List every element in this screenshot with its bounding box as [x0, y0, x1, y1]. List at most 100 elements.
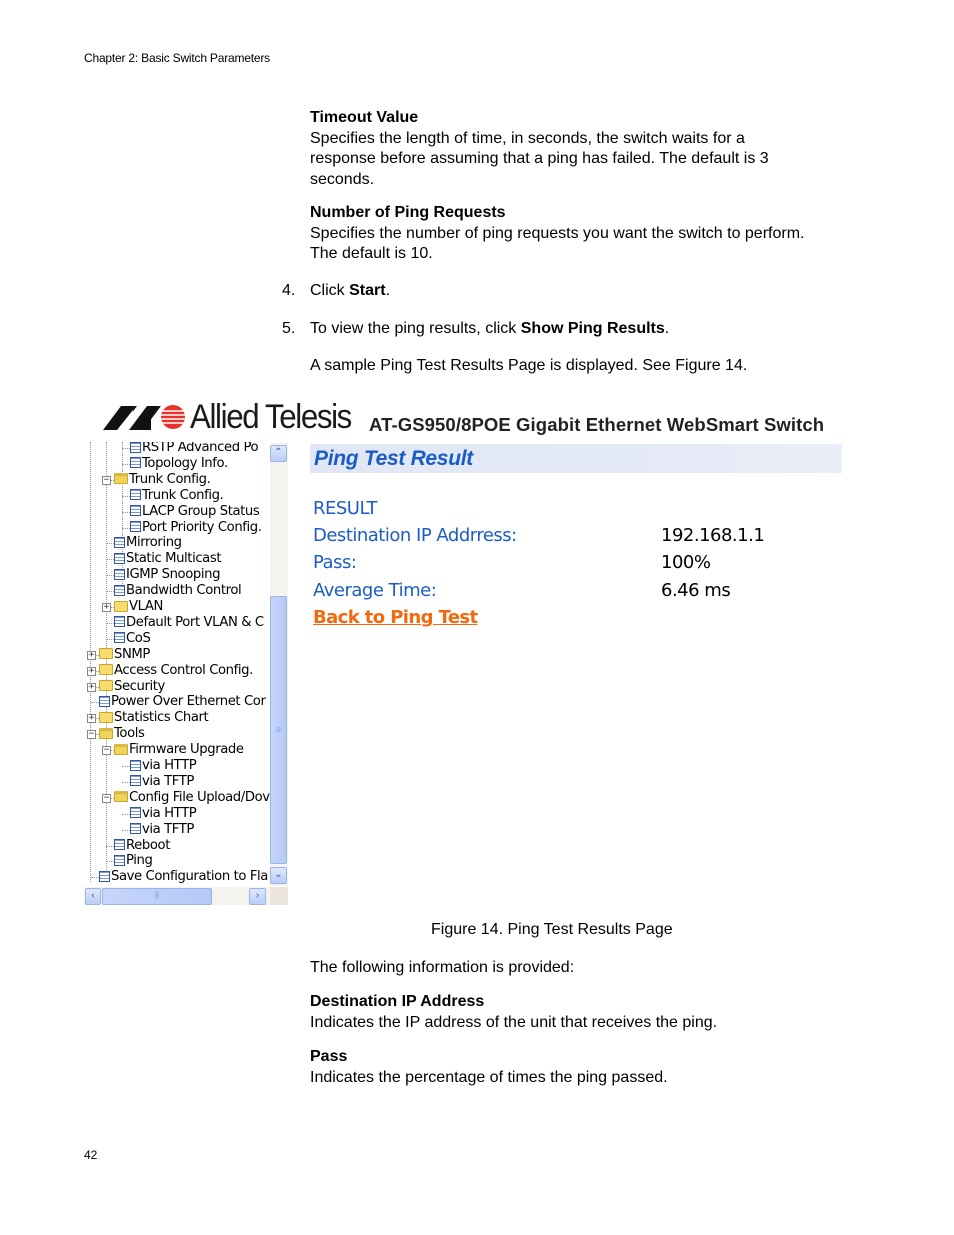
page-icon [130, 823, 141, 835]
pass-label: Pass: [313, 552, 357, 573]
tree-item[interactable]: IGMP Snooping [114, 567, 220, 583]
navigation-tree[interactable]: RSTP Advanced Po Topology Info. − Trunk Con… [84, 442, 288, 906]
expand-icon[interactable]: + [102, 603, 111, 612]
collapse-icon[interactable]: − [87, 730, 96, 740]
page-icon [114, 568, 125, 580]
tree-item[interactable]: Static Multicast [114, 551, 222, 567]
folder-icon [99, 664, 113, 676]
pass-heading: Pass [310, 1048, 348, 1065]
expand-icon[interactable]: + [87, 682, 96, 692]
dest-ip-section: Destination IP Address Indicates the IP … [310, 992, 717, 1033]
product-title: AT-GS950/8POE Gigabit Ethernet WebSmart … [369, 414, 825, 435]
tree-item[interactable]: Bandwidth Control [114, 583, 242, 599]
tree-item[interactable]: CoS [114, 631, 151, 647]
tree-connector [106, 622, 114, 624]
collapse-icon[interactable]: − [102, 475, 111, 485]
pass-value: 100% [661, 552, 711, 573]
collapse-icon[interactable]: − [102, 746, 111, 756]
tree-connector [122, 495, 130, 497]
tree-item[interactable]: Access Control Config. [99, 663, 253, 679]
tree-item[interactable]: via HTTP [130, 758, 197, 774]
page-icon [130, 759, 141, 771]
tree-item-label: Power Over Ethernet Cor [111, 694, 266, 710]
tree-item-label: Tools [114, 726, 145, 742]
vertical-scroll-thumb[interactable]: ≡ [270, 596, 287, 864]
tree-item[interactable]: Statistics Chart [99, 710, 209, 726]
tree-item[interactable]: Security [99, 679, 165, 695]
scroll-right-button[interactable]: › [249, 888, 266, 905]
tree-item[interactable]: SNMP [99, 647, 150, 663]
tree-item-label: IGMP Snooping [126, 567, 221, 583]
tree-item[interactable]: via TFTP [130, 774, 194, 790]
tree-connector [122, 813, 130, 815]
allied-telesis-logo [103, 402, 187, 438]
back-to-ping-test-link[interactable]: Back to Ping Test [313, 607, 478, 628]
tree-item-label: Security [114, 678, 165, 694]
horizontal-scrollbar[interactable]: ‹ ⦀ › [84, 887, 270, 905]
tree-item[interactable]: Trunk Config. [114, 472, 211, 488]
vertical-scrollbar[interactable]: ⌃ ≡ ⌄ [270, 443, 288, 886]
scroll-left-button[interactable]: ‹ [85, 888, 101, 905]
tree-item-label: RSTP Advanced Po [142, 442, 259, 455]
tree-connector [122, 766, 130, 767]
tree-item[interactable]: Mirroring [114, 535, 182, 551]
page-icon [130, 489, 141, 501]
scroll-up-button[interactable]: ⌃ [270, 445, 287, 462]
tree-item[interactable]: LACP Group Status [130, 504, 260, 520]
tree-item[interactable]: Default Port VLAN & C [114, 615, 264, 631]
page-icon [114, 536, 125, 548]
page-icon [130, 505, 141, 517]
tree-item-label: Bandwidth Control [126, 583, 242, 599]
page-icon [114, 616, 125, 628]
tree-item[interactable]: Config File Upload/Dov [114, 790, 270, 806]
tree-item[interactable]: Tools [99, 726, 145, 742]
tree-item-label: Port Priority Config. [142, 519, 262, 535]
ping-requests-line-1: Specifies the number of ping requests yo… [310, 224, 805, 242]
ping-requests-line-2: The default is 10. [310, 245, 433, 262]
expand-icon[interactable]: + [87, 714, 96, 724]
tree-item[interactable]: Port Priority Config. [130, 520, 262, 536]
tree-item[interactable]: RSTP Advanced Po [130, 442, 259, 456]
tree-item-label: Access Control Config. [114, 662, 253, 678]
tree-item-label: SNMP [114, 646, 150, 662]
folder-icon [114, 600, 128, 612]
tree-item-label: via TFTP [142, 821, 194, 837]
scroll-down-button[interactable]: ⌄ [270, 867, 287, 884]
folder-icon [99, 711, 113, 723]
tree-item[interactable]: VLAN [114, 599, 163, 615]
timeout-line-1: Specifies the length of time, in seconds… [310, 129, 745, 147]
expand-icon[interactable]: + [87, 650, 96, 660]
tree-connector [91, 702, 99, 704]
step-5-text: To view the ping results, click Show Pin… [310, 319, 669, 340]
page-icon [99, 695, 110, 707]
tree-item[interactable]: via HTTP [130, 806, 197, 822]
tree-item[interactable]: Power Over Ethernet Cor [99, 694, 266, 710]
tree-item[interactable]: Ping [114, 853, 153, 869]
dest-ip-heading: Destination IP Address [310, 993, 485, 1010]
tree-item-label: Default Port VLAN & C [126, 614, 264, 630]
tree-item-label: Mirroring [126, 535, 182, 551]
tree-item-label: Static Multicast [126, 551, 222, 567]
ping-requests-heading: Number of Ping Requests [310, 204, 506, 221]
tree-connector [122, 448, 130, 449]
tree-item-label: Statistics Chart [114, 710, 209, 726]
collapse-icon[interactable]: − [102, 793, 111, 803]
dest-ip-value: 192.168.1.1 [661, 525, 765, 546]
page-icon [130, 442, 141, 453]
dest-ip-description: Indicates the IP address of the unit tha… [310, 1013, 718, 1031]
tree-item[interactable]: Trunk Config. [130, 488, 224, 504]
tree-item[interactable]: Reboot [114, 838, 170, 854]
step-number-4: 4. [282, 282, 296, 299]
tree-item[interactable]: via TFTP [130, 822, 194, 838]
step-number-5: 5. [282, 320, 296, 337]
scrollbar-corner [270, 887, 288, 905]
horizontal-scroll-thumb[interactable]: ⦀ [102, 888, 212, 905]
step-5-bold: Show Ping Results [520, 320, 665, 337]
tree-item[interactable]: Firmware Upgrade [114, 742, 244, 758]
tree-connector [122, 511, 130, 513]
tree-item[interactable]: Save Configuration to Fla [99, 869, 268, 885]
tree-connector [106, 591, 114, 593]
expand-icon[interactable]: + [87, 666, 96, 676]
tree-item-label: Topology Info. [142, 455, 228, 471]
tree-item[interactable]: Topology Info. [130, 456, 228, 472]
